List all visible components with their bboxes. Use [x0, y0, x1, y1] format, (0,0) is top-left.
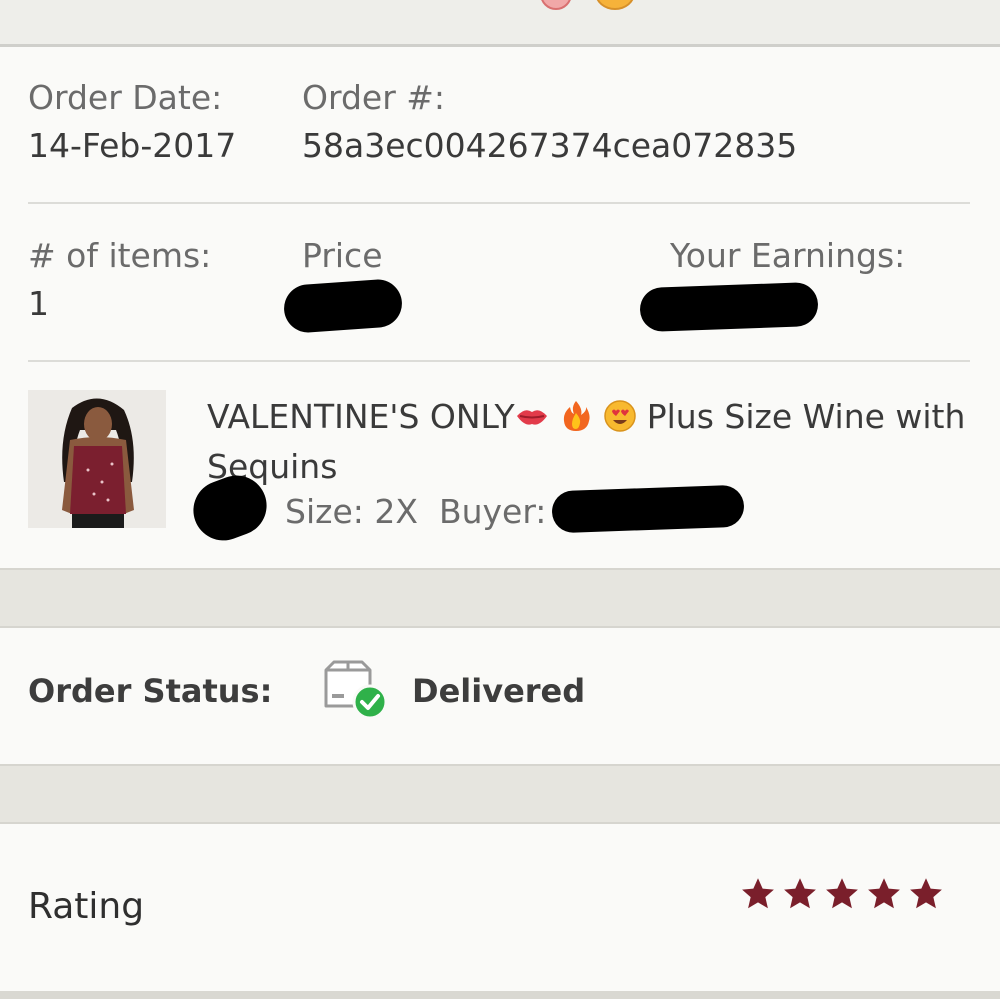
order-date-value: 14-Feb-2017	[28, 126, 237, 165]
heart-eyes-icon	[603, 400, 636, 432]
divider	[28, 202, 970, 204]
fire-icon	[563, 401, 590, 431]
bottom-divider	[0, 991, 1000, 999]
kiss-icon	[516, 410, 547, 425]
size-text: Size: 2X	[285, 492, 418, 531]
top-bar	[0, 0, 1000, 47]
buyer-label: Buyer:	[438, 492, 547, 531]
price-label: Price	[302, 236, 383, 275]
earnings-label: Your Earnings:	[670, 236, 906, 275]
order-number-value: 58a3ec004267374cea072835	[302, 126, 798, 165]
price-redaction	[282, 277, 404, 335]
rating-label: Rating	[28, 886, 145, 927]
star-icon	[742, 878, 774, 909]
delivered-box-icon	[324, 660, 388, 720]
order-status-label: Order Status:	[28, 672, 273, 710]
section-separator	[0, 568, 1000, 628]
order-date-label: Order Date:	[28, 78, 223, 117]
product-title-prefix: VALENTINE'S ONLY	[207, 397, 515, 436]
section-separator	[0, 764, 1000, 824]
items-count-label: # of items:	[28, 236, 212, 275]
divider	[28, 360, 970, 362]
kiss-icon	[540, 0, 572, 10]
star-icon	[784, 878, 816, 909]
star-icon	[826, 878, 858, 909]
earnings-redaction	[639, 281, 819, 333]
heart-eyes-icon	[595, 0, 635, 10]
buyer-redaction	[551, 484, 745, 534]
items-count-value: 1	[28, 284, 49, 323]
product-photo	[28, 390, 166, 528]
product-title[interactable]: VALENTINE'S ONLY Plus Size Wine with Sequ…	[207, 392, 967, 492]
product-thumbnail[interactable]	[28, 390, 166, 528]
star-icon	[868, 878, 900, 909]
product-meta: Size: 2X Buyer:	[285, 492, 546, 531]
order-number-label: Order #:	[302, 78, 446, 117]
star-rating	[740, 876, 944, 912]
order-status-value: Delivered	[412, 672, 586, 710]
star-icon	[910, 878, 942, 909]
